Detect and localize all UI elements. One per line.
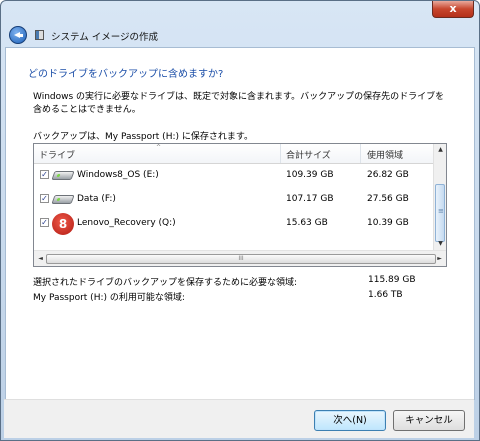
drive-checkbox[interactable]: ✓ bbox=[40, 194, 49, 203]
drive-used-space: 26.82 GB bbox=[367, 170, 409, 180]
page-heading: どのドライブをバックアップに含めますか? bbox=[28, 69, 224, 80]
column-separator[interactable] bbox=[360, 144, 361, 163]
drive-name: Data (F:) bbox=[77, 194, 116, 204]
title-bar: x bbox=[1, 1, 479, 23]
scroll-right-icon[interactable]: ► bbox=[433, 253, 446, 265]
drive-total-size: 109.39 GB bbox=[286, 170, 334, 180]
drive-row-lenovo-recovery[interactable]: ✓ 8 Lenovo_Recovery (Q:) 15.63 GB 10.39 … bbox=[34, 212, 433, 236]
drive-row-windows8[interactable]: ✓ Windows8_OS (E:) 109.39 GB 26.82 GB bbox=[34, 164, 433, 188]
list-header: ドライブ ^ 合計サイズ 使用領域 bbox=[34, 144, 433, 164]
lenovo-recovery-icon: 8 bbox=[52, 213, 74, 235]
save-location-text: バックアップは、My Passport (H:) に保存されます。 bbox=[33, 132, 253, 142]
drive-name: Lenovo_Recovery (Q:) bbox=[77, 218, 176, 228]
required-space-value: 115.89 GB bbox=[368, 275, 416, 285]
scroll-up-icon[interactable]: ▲ bbox=[434, 144, 446, 156]
required-space-label: 選択されたドライブのバックアップを保存するために必要な領域: bbox=[33, 278, 298, 288]
horizontal-scrollbar[interactable]: ◄ III ► bbox=[34, 250, 446, 266]
cancel-button[interactable]: キャンセル bbox=[393, 410, 465, 431]
drive-list[interactable]: ドライブ ^ 合計サイズ 使用領域 ✓ Windows8_OS (E:) 109… bbox=[33, 143, 447, 267]
vertical-scroll-thumb[interactable]: ≡ bbox=[435, 184, 445, 242]
drive-used-space: 10.39 GB bbox=[367, 218, 409, 228]
close-button[interactable]: x bbox=[432, 1, 474, 18]
drive-checkbox[interactable]: ✓ bbox=[40, 218, 49, 227]
drive-row-data[interactable]: ✓ Data (F:) 107.17 GB 27.56 GB bbox=[34, 188, 433, 212]
drive-total-size: 107.17 GB bbox=[286, 194, 334, 204]
column-header-total-size[interactable]: 合計サイズ bbox=[286, 148, 331, 161]
grip-icon: ≡ bbox=[438, 207, 444, 215]
column-separator[interactable] bbox=[280, 144, 281, 163]
window-title: システム イメージの作成 bbox=[51, 32, 159, 43]
column-header-used-space[interactable]: 使用領域 bbox=[367, 148, 403, 161]
hard-drive-icon bbox=[51, 195, 75, 204]
wizard-header: システム イメージの作成 bbox=[5, 23, 475, 47]
back-arrow-icon[interactable] bbox=[9, 26, 27, 44]
hard-drive-icon bbox=[51, 171, 75, 180]
button-bar: 次へ(N) キャンセル bbox=[4, 399, 474, 438]
backup-icon bbox=[35, 30, 44, 40]
drive-total-size: 15.63 GB bbox=[286, 218, 328, 228]
drive-used-space: 27.56 GB bbox=[367, 194, 409, 204]
vertical-scrollbar[interactable]: ▲ ≡ ▼ bbox=[433, 144, 446, 250]
column-header-drive[interactable]: ドライブ bbox=[39, 148, 75, 161]
drive-checkbox[interactable]: ✓ bbox=[40, 170, 49, 179]
scroll-down-icon[interactable]: ▼ bbox=[434, 238, 446, 250]
description-text: Windows の実行に必要なドライブは、既定で対象に含まれます。バックアップの… bbox=[33, 92, 445, 115]
horizontal-scroll-thumb[interactable]: III bbox=[46, 254, 436, 264]
sort-arrow-icon: ^ bbox=[156, 144, 162, 151]
drive-name: Windows8_OS (E:) bbox=[77, 170, 159, 180]
next-button[interactable]: 次へ(N) bbox=[314, 410, 386, 431]
available-space-value: 1.66 TB bbox=[368, 290, 403, 300]
available-space-label: My Passport (H:) の利用可能な領域: bbox=[33, 293, 185, 303]
